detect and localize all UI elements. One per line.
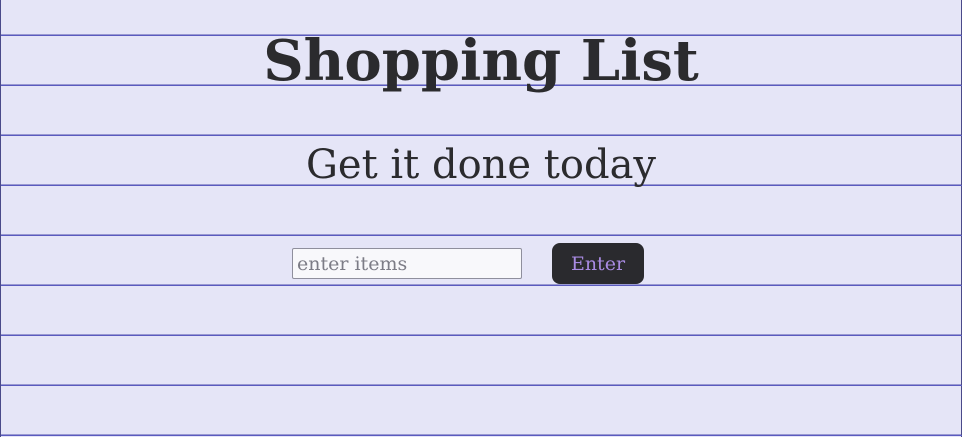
rule-line xyxy=(1,285,962,286)
rule-line xyxy=(1,385,962,386)
item-input[interactable] xyxy=(292,248,522,279)
rule-line xyxy=(1,435,962,436)
rule-line xyxy=(1,135,962,136)
page-title: Shopping List xyxy=(263,28,699,94)
page-subtitle: Get it done today xyxy=(305,142,657,188)
item-entry-form: Enter xyxy=(292,243,652,284)
enter-button[interactable]: Enter xyxy=(552,243,644,284)
rule-line xyxy=(1,235,962,236)
rule-line xyxy=(1,335,962,336)
